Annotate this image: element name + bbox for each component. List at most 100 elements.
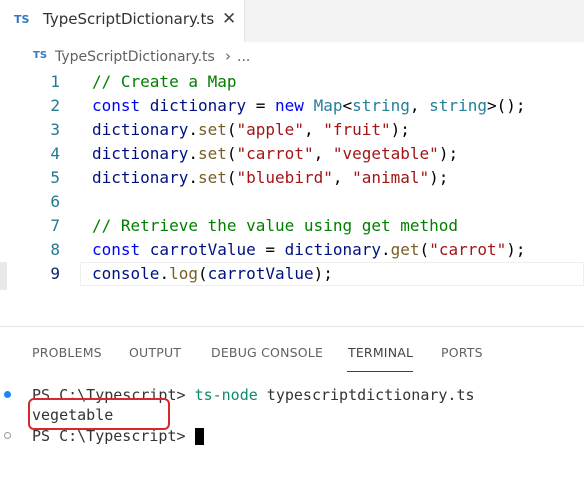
typescript-file-icon: TS <box>33 50 48 61</box>
editor-tab-bar: TS TypeScriptDictionary.ts ✕ <box>0 0 584 42</box>
code-token: new <box>275 96 314 115</box>
code-token: "vegetable" <box>332 144 439 163</box>
code-token: , <box>303 120 324 139</box>
code-token: "animal" <box>352 168 430 187</box>
line-number: 3 <box>50 120 60 139</box>
panel-tabs: PROBLEMS OUTPUT DEBUG CONSOLE TERMINAL P… <box>0 327 584 377</box>
code-token: . <box>188 120 198 139</box>
code-token: const <box>92 96 150 115</box>
code-line[interactable]: 7 // Retrieve the value using get method <box>0 214 584 238</box>
code-text: // Retrieve the value using get method <box>92 214 458 238</box>
code-token: "apple" <box>236 120 304 139</box>
code-line[interactable]: 6 <box>0 190 584 214</box>
code-token: . <box>188 144 198 163</box>
breadcrumb: TS TypeScriptDictionary.ts › ... <box>0 46 584 72</box>
code-editor[interactable]: 1 // Create a Map 2 const dictionary = new … <box>0 70 584 292</box>
code-token: get <box>390 240 420 259</box>
line-number: 4 <box>50 144 60 163</box>
chevron-right-icon: › <box>225 47 231 65</box>
line-number: 1 <box>50 72 60 91</box>
code-token: ); <box>438 144 459 163</box>
code-token: = <box>246 96 276 115</box>
tab-ports[interactable]: PORTS <box>441 345 483 360</box>
code-token: dictionary <box>284 240 381 259</box>
code-text: console.log(carrotValue); <box>92 262 333 286</box>
code-token: // Create a Map <box>92 72 237 91</box>
code-line[interactable]: 4 dictionary.set("carrot", "vegetable"); <box>0 142 584 166</box>
tab-terminal[interactable]: TERMINAL <box>348 345 413 360</box>
terminal-cursor <box>195 428 204 445</box>
code-token: , <box>409 96 430 115</box>
code-token: string <box>352 96 410 115</box>
line-number: 6 <box>50 192 60 211</box>
code-token: . <box>159 264 170 283</box>
line-number: 9 <box>50 264 60 283</box>
code-line[interactable]: 9 console.log(carrotValue); <box>0 262 584 286</box>
code-token: ( <box>226 144 237 163</box>
code-text: // Create a Map <box>92 70 237 94</box>
code-token: carrotValue <box>149 240 256 259</box>
code-token: ( <box>197 264 208 283</box>
code-token: "bluebird" <box>236 168 333 187</box>
code-token: "fruit" <box>323 120 391 139</box>
code-line[interactable]: 2 const dictionary = new Map<string, stri… <box>0 94 584 118</box>
terminal-command: ts-node <box>194 386 258 404</box>
line-number: 8 <box>50 240 60 259</box>
code-token: , <box>313 144 333 163</box>
tab-debug-console[interactable]: DEBUG CONSOLE <box>211 345 323 360</box>
code-token: dictionary <box>149 96 247 115</box>
tab-typescriptdictionary[interactable]: TS TypeScriptDictionary.ts ✕ <box>0 0 245 42</box>
code-token: ); <box>390 120 410 139</box>
breadcrumb-file[interactable]: TypeScriptDictionary.ts <box>55 49 215 65</box>
code-token: string <box>429 96 487 115</box>
code-token: const <box>92 240 150 259</box>
terminal-args: typescriptdictionary.ts <box>257 386 475 404</box>
close-icon[interactable]: ✕ <box>222 9 236 29</box>
line-number: 7 <box>50 216 60 235</box>
code-token: ( <box>226 120 237 139</box>
code-token: dictionary <box>92 120 189 139</box>
code-line[interactable]: 3 dictionary.set("apple", "fruit"); <box>0 118 584 142</box>
code-token: "carrot" <box>236 144 314 163</box>
code-token: set <box>197 168 227 187</box>
code-token: set <box>197 120 227 139</box>
code-token: >(); <box>486 96 526 115</box>
code-line[interactable]: 8 const carrotValue = dictionary.get("car… <box>0 238 584 262</box>
code-token: // Retrieve the value using get method <box>92 216 459 235</box>
code-token: , <box>332 168 353 187</box>
typescript-file-icon: TS <box>14 13 30 26</box>
code-token: ( <box>226 168 237 187</box>
code-token: ( <box>419 240 430 259</box>
code-line[interactable]: 1 // Create a Map <box>0 70 584 94</box>
code-token: set <box>197 144 227 163</box>
line-number: 5 <box>50 168 60 187</box>
code-token: ); <box>429 168 449 187</box>
tab-title: TypeScriptDictionary.ts <box>43 10 215 28</box>
pending-dot-icon <box>4 432 11 439</box>
breadcrumb-more[interactable]: ... <box>237 49 250 65</box>
code-text: const dictionary = new Map<string, strin… <box>92 94 526 118</box>
line-number: 2 <box>50 96 60 115</box>
code-token: . <box>188 168 198 187</box>
code-token: Map <box>313 96 343 115</box>
code-token: . <box>381 240 391 259</box>
code-token: ); <box>506 240 526 259</box>
code-token: log <box>169 264 198 283</box>
code-token: "carrot" <box>429 240 507 259</box>
output-highlight-box <box>28 398 170 430</box>
tab-output[interactable]: OUTPUT <box>129 345 181 360</box>
code-token: < <box>342 96 353 115</box>
code-token: console <box>92 264 160 283</box>
code-token: dictionary <box>92 144 189 163</box>
code-text: dictionary.set("bluebird", "animal"); <box>92 166 448 190</box>
active-tab-indicator <box>347 371 413 372</box>
code-text: const carrotValue = dictionary.get("carr… <box>92 238 526 262</box>
code-text: dictionary.set("apple", "fruit"); <box>92 118 410 142</box>
code-token: ); <box>313 264 333 283</box>
code-token: = <box>255 240 285 259</box>
code-line[interactable]: 5 dictionary.set("bluebird", "animal"); <box>0 166 584 190</box>
code-text: dictionary.set("carrot", "vegetable"); <box>92 142 458 166</box>
success-dot-icon <box>4 391 11 398</box>
tab-problems[interactable]: PROBLEMS <box>32 345 102 360</box>
code-token: carrotValue <box>207 264 314 283</box>
